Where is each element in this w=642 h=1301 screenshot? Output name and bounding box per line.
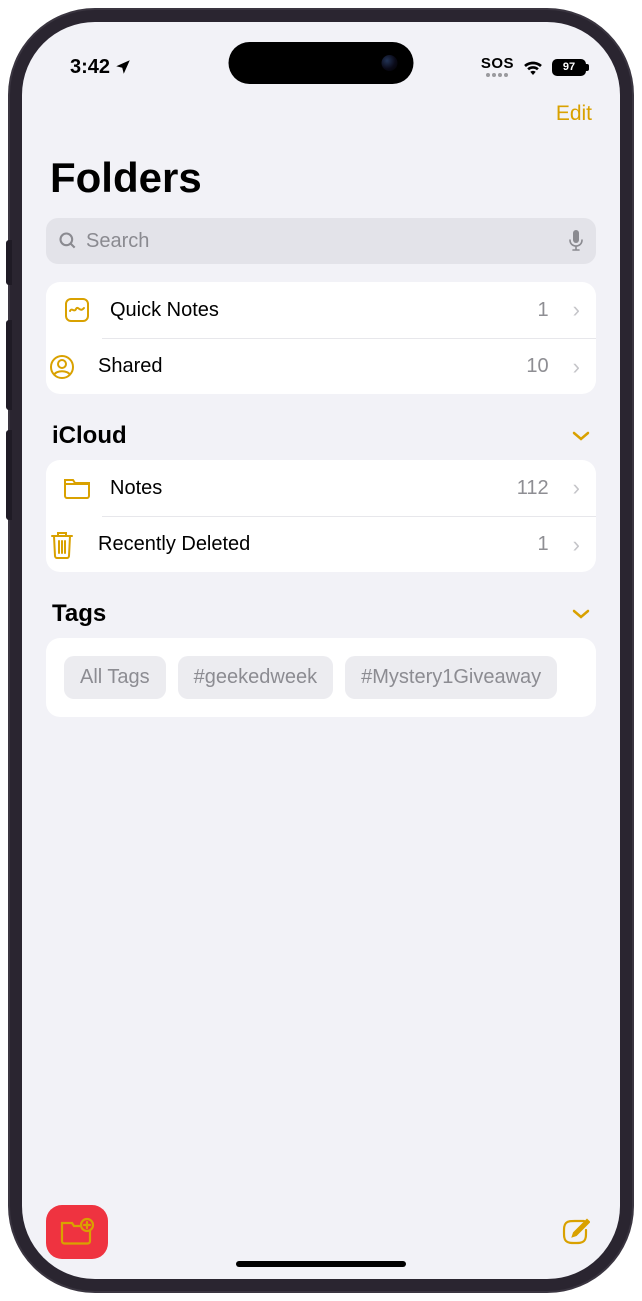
battery-indicator: 97 bbox=[552, 59, 586, 76]
folder-row-recently-deleted[interactable]: Recently Deleted 1 › bbox=[102, 516, 596, 572]
quicknote-icon bbox=[62, 296, 92, 324]
chevron-down-icon bbox=[572, 430, 590, 442]
search-placeholder: Search bbox=[86, 230, 149, 253]
compose-button[interactable] bbox=[560, 1217, 590, 1247]
folder-icon bbox=[62, 476, 92, 500]
new-folder-icon bbox=[59, 1217, 95, 1247]
folder-row-shared[interactable]: Shared 10 › bbox=[102, 338, 596, 394]
folder-count: 10 bbox=[526, 355, 548, 378]
wifi-icon bbox=[522, 59, 544, 75]
folder-row-quick-notes[interactable]: Quick Notes 1 › bbox=[46, 282, 596, 338]
new-folder-button[interactable] bbox=[46, 1205, 108, 1259]
folder-label: Quick Notes bbox=[110, 299, 520, 322]
section-header-icloud[interactable]: iCloud bbox=[22, 418, 620, 460]
microphone-icon[interactable] bbox=[568, 230, 584, 252]
tags-card: All Tags #geekedweek #Mystery1Giveaway bbox=[46, 638, 596, 717]
status-time: 3:42 bbox=[70, 56, 110, 79]
dynamic-island bbox=[229, 42, 414, 84]
folder-count: 1 bbox=[538, 299, 549, 322]
shared-icon bbox=[46, 353, 80, 381]
section-header-tags[interactable]: Tags bbox=[22, 596, 620, 638]
tag-chip[interactable]: All Tags bbox=[64, 656, 166, 699]
folder-count: 1 bbox=[538, 533, 549, 556]
trash-icon bbox=[46, 530, 80, 560]
folder-label: Recently Deleted bbox=[98, 533, 520, 556]
folder-row-notes[interactable]: Notes 112 › bbox=[46, 460, 596, 516]
search-icon bbox=[58, 231, 78, 251]
chevron-right-icon: › bbox=[573, 475, 580, 501]
chevron-right-icon: › bbox=[573, 354, 580, 380]
chevron-right-icon: › bbox=[573, 297, 580, 323]
tag-chip[interactable]: #Mystery1Giveaway bbox=[345, 656, 557, 699]
top-folders-card: Quick Notes 1 › Shared 10 › bbox=[46, 282, 596, 394]
location-icon bbox=[114, 58, 132, 76]
section-title: iCloud bbox=[52, 422, 127, 450]
folder-count: 112 bbox=[517, 477, 549, 500]
folder-label: Shared bbox=[98, 355, 508, 378]
icloud-folders-card: Notes 112 › Recently Deleted 1 › bbox=[46, 460, 596, 572]
folder-label: Notes bbox=[110, 477, 499, 500]
page-title: Folders bbox=[22, 126, 620, 212]
tag-chip[interactable]: #geekedweek bbox=[178, 656, 333, 699]
search-input[interactable]: Search bbox=[46, 218, 596, 264]
home-indicator[interactable] bbox=[236, 1261, 406, 1267]
sos-indicator: SOS bbox=[481, 58, 514, 77]
section-title: Tags bbox=[52, 600, 106, 628]
chevron-right-icon: › bbox=[573, 532, 580, 558]
chevron-down-icon bbox=[572, 608, 590, 620]
edit-button[interactable]: Edit bbox=[556, 102, 592, 126]
